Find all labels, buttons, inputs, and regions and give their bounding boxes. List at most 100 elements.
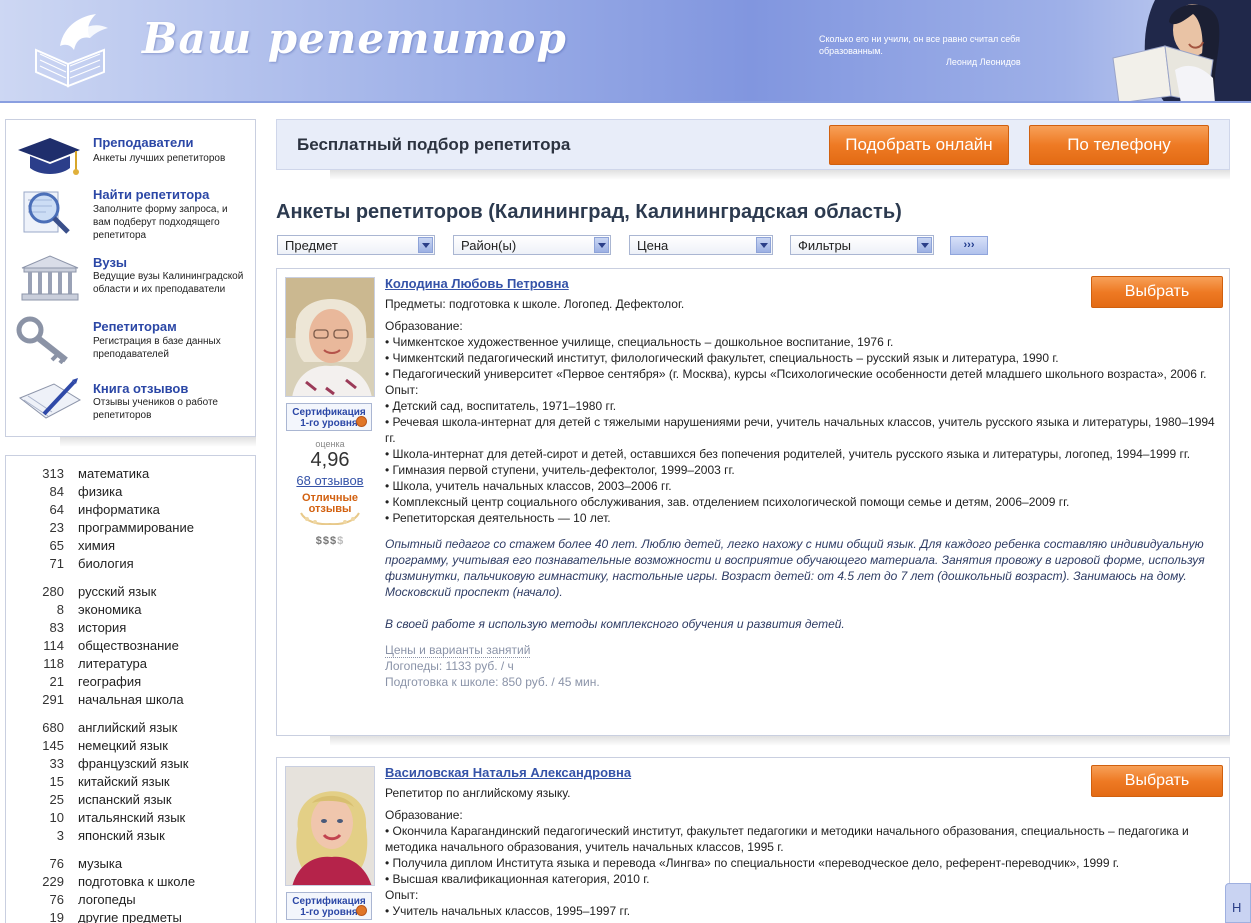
subject-row[interactable]: 64 информатика (6, 501, 255, 519)
subject-link[interactable]: итальянский язык (78, 809, 185, 827)
banner-shadow (330, 170, 1230, 180)
price-select[interactable]: Цена (629, 235, 773, 255)
subject-row[interactable]: 65 химия (6, 537, 255, 555)
tutor-name-link[interactable]: Василовская Наталья Александровна (385, 765, 631, 780)
apply-filters-button[interactable]: ››› (950, 236, 988, 255)
menu-item-for-tutors[interactable]: Репетиторам Регистрация в базе данных пр… (6, 316, 255, 370)
subject-link[interactable]: литература (78, 655, 147, 673)
book-dove-logo-icon[interactable] (30, 10, 112, 90)
subject-row[interactable]: 8 экономика (6, 601, 255, 619)
certification-badge[interactable]: Сертификация 1-го уровня (286, 892, 372, 920)
site-logo-text[interactable]: Ваш репетитор (142, 14, 567, 63)
subject-link[interactable]: обществознание (78, 637, 179, 655)
subject-row[interactable]: 84 физика (6, 483, 255, 501)
menu-title[interactable]: Книга отзывов (93, 381, 188, 396)
subject-row[interactable]: 3 японский язык (6, 827, 255, 845)
subject-row[interactable]: 10 итальянский язык (6, 809, 255, 827)
subject-link[interactable]: музыка (78, 855, 122, 873)
subject-row[interactable]: 280 русский язык (6, 583, 255, 601)
tutor-subjects: Репетитор по английскому языку. (385, 786, 571, 800)
subject-row[interactable]: 25 испанский язык (6, 791, 255, 809)
subject-link[interactable]: немецкий язык (78, 737, 168, 755)
tutor-subjects: Предметы: подготовка к школе. Логопед. Д… (385, 297, 685, 311)
subject-link[interactable]: начальная школа (78, 691, 184, 709)
header-quote-author: Леонид Леонидов (946, 57, 1021, 67)
subject-link[interactable]: французский язык (78, 755, 188, 773)
subject-link[interactable]: китайский язык (78, 773, 170, 791)
prices-options-link[interactable]: Цены и варианты занятий (385, 643, 531, 658)
subject-row[interactable]: 229 подготовка к школе (6, 873, 255, 891)
menu-title[interactable]: Преподаватели (93, 135, 194, 150)
subject-link[interactable]: русский язык (78, 583, 156, 601)
feedback-side-tab[interactable]: Н (1225, 883, 1251, 923)
subject-link[interactable]: физика (78, 483, 122, 501)
subject-count: 313 (42, 466, 64, 481)
subject-row[interactable]: 15 китайский язык (6, 773, 255, 791)
subject-row[interactable]: 83 история (6, 619, 255, 637)
magnifier-icon (23, 191, 70, 234)
experience-item: • Речевая школа-интернат для детей с тяж… (385, 415, 1215, 445)
subject-count: 291 (42, 692, 64, 707)
subject-row[interactable]: 33 французский язык (6, 755, 255, 773)
subject-row[interactable]: 76 логопеды (6, 891, 255, 909)
subject-link[interactable]: логопеды (78, 891, 136, 909)
rating-label: оценка (315, 439, 345, 449)
subject-row[interactable]: 118 литература (6, 655, 255, 673)
free-selection-banner: Бесплатный подбор репетитора Подобрать о… (276, 119, 1230, 170)
subject-row[interactable]: 114 обществознание (6, 637, 255, 655)
subject-row[interactable]: 145 немецкий язык (6, 737, 255, 755)
subject-link[interactable]: экономика (78, 601, 142, 619)
subject-link[interactable]: подготовка к школе (78, 873, 195, 891)
menu-item-universities[interactable]: Вузы Ведущие вузы Калининградской област… (6, 254, 255, 308)
menu-item-teachers[interactable]: Преподаватели Анкеты лучших репетиторов (6, 130, 255, 184)
menu-title[interactable]: Вузы (93, 255, 127, 270)
chevron-down-icon[interactable] (418, 237, 433, 253)
district-select[interactable]: Район(ы) (453, 235, 611, 255)
subject-link[interactable]: программирование (78, 519, 194, 537)
subject-link[interactable]: математика (78, 465, 149, 483)
subject-link[interactable]: география (78, 673, 141, 691)
reviews-link[interactable]: 68 отзывов (285, 473, 375, 488)
menu-item-reviews-book[interactable]: Книга отзывов Отзывы учеников о работе р… (6, 378, 255, 432)
chevron-down-icon[interactable] (594, 237, 609, 253)
experience-label: Опыт: (385, 888, 419, 902)
tutor-name-link[interactable]: Колодина Любовь Петровна (385, 276, 569, 291)
subject-link[interactable]: испанский язык (78, 791, 172, 809)
subject-select[interactable]: Предмет (277, 235, 435, 255)
subject-row[interactable]: 291 начальная школа (6, 691, 255, 709)
subject-row[interactable]: 21 география (6, 673, 255, 691)
subject-row[interactable]: 313 математика (6, 465, 255, 483)
menu-title[interactable]: Найти репетитора (93, 187, 209, 202)
by-phone-button[interactable]: По телефону (1029, 125, 1209, 165)
subject-link[interactable]: биология (78, 555, 134, 573)
subject-row[interactable]: 23 программирование (6, 519, 255, 537)
price-level-inactive: $ (337, 535, 345, 547)
subject-row[interactable]: 680 английский язык (6, 719, 255, 737)
filters-select[interactable]: Фильтры (790, 235, 934, 255)
reading-girl-image (1112, 0, 1251, 101)
chevron-down-icon[interactable] (917, 237, 932, 253)
menu-item-find-tutor[interactable]: Найти репетитора Заполните форму запроса… (6, 186, 255, 246)
select-online-button[interactable]: Подобрать онлайн (829, 125, 1009, 165)
experience-item: • Школа, учитель начальных классов, 2003… (385, 479, 672, 493)
subject-link[interactable]: английский язык (78, 719, 177, 737)
certification-badge[interactable]: Сертификация 1-го уровня (286, 403, 372, 431)
tutor-photo[interactable] (285, 766, 375, 886)
menu-title[interactable]: Репетиторам (93, 319, 177, 334)
tutor-card: Сертификация 1-го уровня оценка 4,96 68 … (276, 268, 1230, 736)
subject-link[interactable]: история (78, 619, 126, 637)
subject-row[interactable]: 71 биология (6, 555, 255, 573)
subject-group: 280 русский язык 8 экономика 83 история 114… (6, 583, 255, 709)
subject-link[interactable]: химия (78, 537, 115, 555)
subjects-list: 313 математика 84 физика 64 информатика 23 п… (5, 455, 256, 923)
subject-row[interactable]: 19 другие предметы (6, 909, 255, 923)
subject-count: 15 (49, 774, 64, 789)
subject-link[interactable]: другие предметы (78, 909, 182, 923)
subject-row[interactable]: 76 музыка (6, 855, 255, 873)
education-label: Образование: (385, 808, 463, 822)
subject-link[interactable]: японский язык (78, 827, 165, 845)
tutor-photo[interactable] (285, 277, 375, 397)
tutor-details: Репетитор по английскому языку. Образова… (385, 785, 1219, 919)
subject-link[interactable]: информатика (78, 501, 160, 519)
chevron-down-icon[interactable] (756, 237, 771, 253)
